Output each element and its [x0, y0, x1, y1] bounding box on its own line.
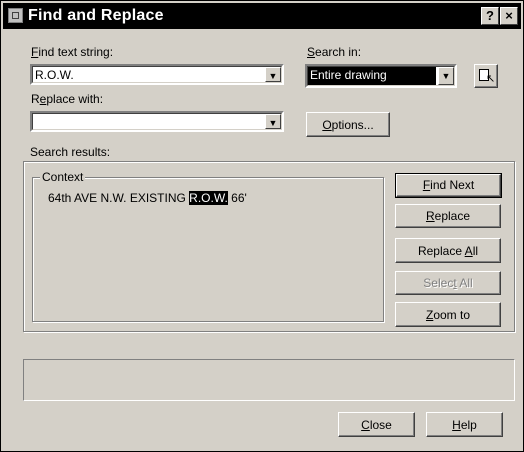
zoom-to-button[interactable]: Zoom to [395, 302, 501, 327]
help-title-button[interactable]: ? [481, 7, 499, 25]
chevron-down-icon[interactable]: ▼ [438, 67, 454, 85]
replace-with-combobox[interactable]: ▼ [30, 111, 284, 132]
title-bar[interactable]: Find and Replace ? × [3, 3, 521, 29]
find-replace-dialog: Find and Replace ? × Find text string: R… [0, 0, 524, 452]
search-in-combobox[interactable]: Entire drawing ▼ [305, 64, 457, 88]
search-in-value: Entire drawing [310, 68, 387, 82]
find-text-combobox[interactable]: R.O.W. ▼ [30, 64, 284, 85]
select-objects-button[interactable]: ↖ [474, 64, 498, 88]
find-text-value: R.O.W. [35, 68, 74, 82]
search-in-label: Search in: [307, 45, 362, 59]
help-button[interactable]: Help [426, 412, 503, 437]
close-button[interactable]: Close [338, 412, 415, 437]
context-label: Context [40, 170, 86, 184]
match-highlight: R.O.W. [189, 191, 228, 205]
window-title: Find and Replace [28, 7, 164, 24]
search-result-row[interactable]: 64th AVE N.W. EXISTING R.O.W. 66' [48, 191, 247, 205]
select-all-button[interactable]: Select All [395, 271, 501, 295]
replace-button[interactable]: Replace [395, 204, 501, 228]
search-results-label: Search results: [30, 145, 111, 159]
status-area [23, 359, 515, 401]
find-next-button[interactable]: Find Next [395, 173, 502, 198]
chevron-down-icon[interactable]: ▼ [265, 67, 281, 82]
cursor-arrow-icon: ↖ [486, 73, 496, 85]
chevron-down-icon[interactable]: ▼ [265, 114, 281, 129]
options-button[interactable]: Options... [306, 112, 390, 137]
find-text-label: Find text string: [31, 45, 114, 59]
replace-all-button[interactable]: Replace All [395, 238, 501, 263]
close-title-button[interactable]: × [500, 7, 518, 25]
replace-with-label: Replace with: [31, 92, 104, 106]
app-icon[interactable] [8, 8, 23, 23]
